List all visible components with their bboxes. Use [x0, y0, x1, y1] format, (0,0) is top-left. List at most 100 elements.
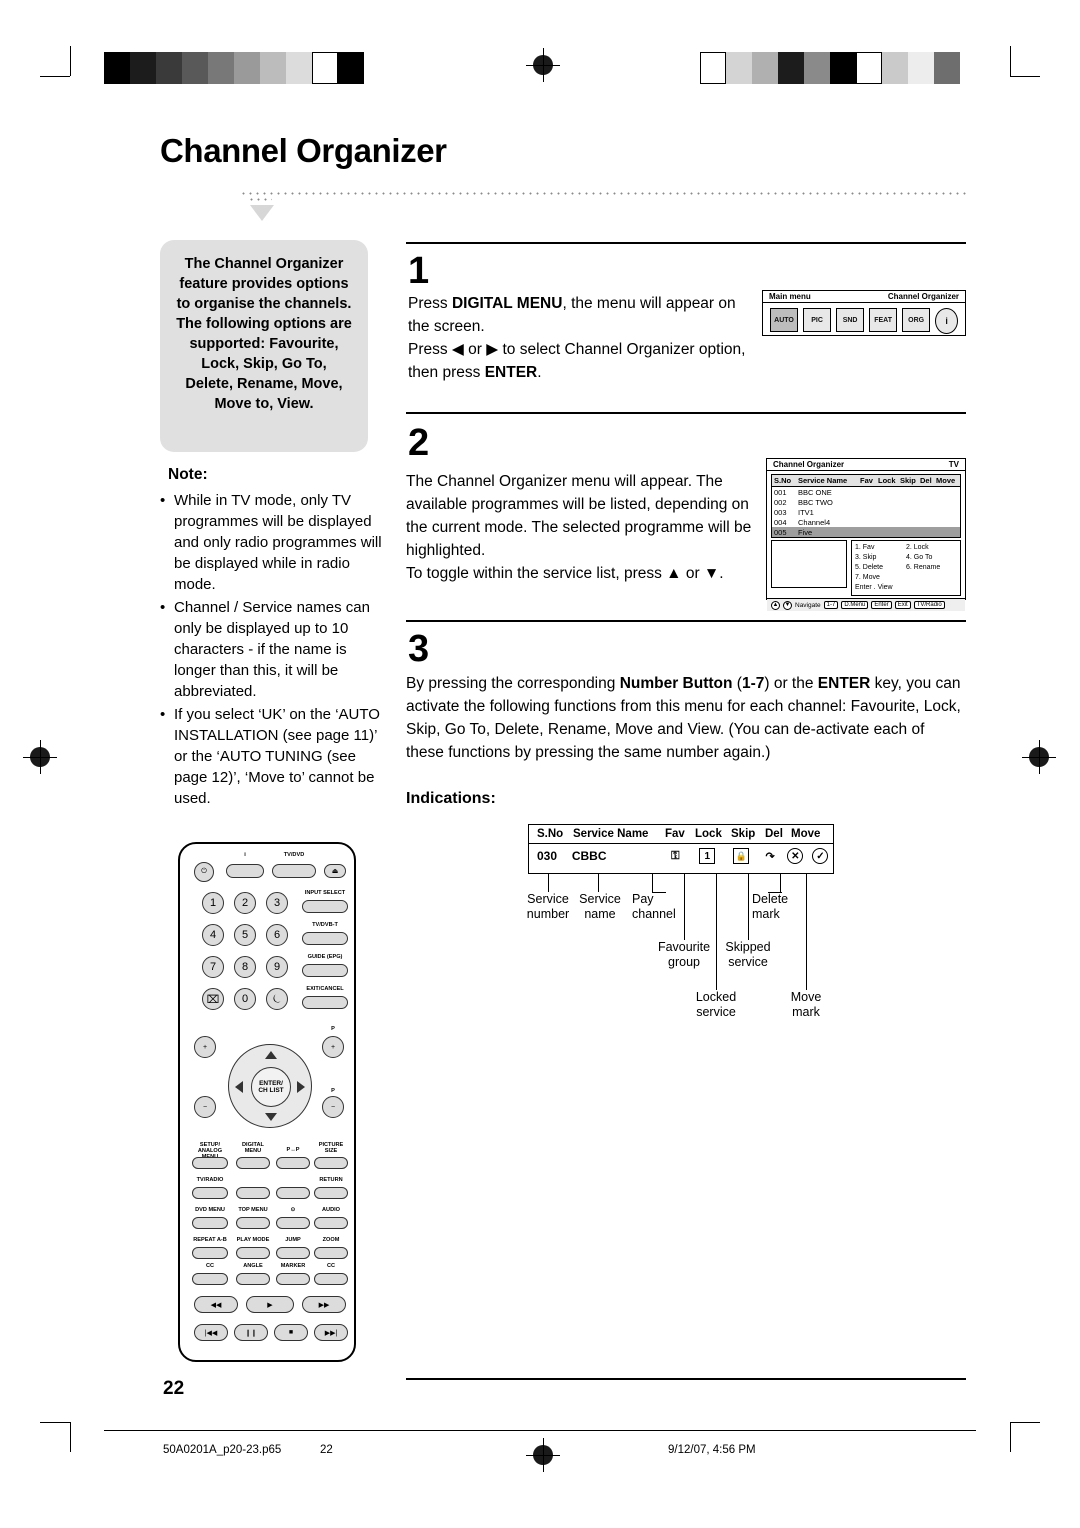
number-4-button[interactable]: 4: [202, 924, 224, 946]
osd-main-menu-left-label: Main menu: [769, 292, 811, 301]
number-8-button[interactable]: 8: [234, 956, 256, 978]
hint-navigate: Navigate: [795, 601, 821, 609]
tv-dvbt-button[interactable]: [302, 932, 348, 945]
picture-size-button[interactable]: [314, 1157, 348, 1169]
p-p-button[interactable]: [276, 1157, 310, 1169]
left-arrow-icon[interactable]: [235, 1081, 243, 1093]
down-arrow-icon[interactable]: [265, 1113, 277, 1121]
number-5-button[interactable]: 5: [234, 924, 256, 946]
number-3-button[interactable]: 3: [266, 892, 288, 914]
leader-line: [780, 874, 781, 892]
down-key-icon: ▼: [783, 600, 792, 610]
next-button[interactable]: ▶▶|: [314, 1324, 348, 1341]
direction-pad[interactable]: ENTER/ CH LIST: [228, 1044, 312, 1128]
exit-cancel-button[interactable]: [302, 996, 348, 1009]
indications-data-row: 030 CBBC ⚿ 1 🔒 ↷ ✕ ✓: [529, 844, 833, 868]
cc-button[interactable]: [192, 1273, 228, 1285]
step-2-text: The Channel Organizer menu will appear. …: [406, 473, 752, 582]
play-mode-button[interactable]: [236, 1247, 270, 1259]
jump-button[interactable]: [276, 1247, 310, 1259]
favourite-group-icon: 1: [699, 848, 716, 864]
callout-locked-service: Locked service: [695, 990, 737, 1019]
number-1-button[interactable]: 1: [202, 892, 224, 914]
service-list-header: S.No Service Name Fav Lock Skip Del Move: [772, 475, 960, 487]
auto-installation-icon[interactable]: AUTO: [770, 308, 799, 332]
note-list: While in TV mode, only TV programmes wil…: [160, 490, 382, 811]
table-row[interactable]: 002 BBC TWO: [772, 497, 960, 507]
legend-item: Enter . View: [855, 584, 893, 591]
service-list[interactable]: S.No Service Name Fav Lock Skip Del Move…: [771, 474, 961, 538]
unlabeled-button-2[interactable]: [276, 1187, 310, 1199]
table-row[interactable]: 004 Channel4: [772, 517, 960, 527]
right-arrow-icon[interactable]: [297, 1081, 305, 1093]
setup-analog-menu-button[interactable]: [192, 1157, 228, 1169]
osd-co-right-label: TV: [948, 460, 959, 469]
program-down-button[interactable]: −: [322, 1096, 344, 1118]
return-button[interactable]: [314, 1187, 348, 1199]
picture-setup-icon[interactable]: PIC: [803, 308, 832, 332]
pause-button[interactable]: ❙❙: [234, 1324, 268, 1341]
leader-line: [548, 874, 549, 892]
power-button[interactable]: ⏻: [194, 862, 214, 882]
number-2-button[interactable]: 2: [234, 892, 256, 914]
function-legend: 1. Fav 2. Lock 3. Skip 4. Go To 5. Delet…: [851, 540, 961, 596]
number-7-button[interactable]: 7: [202, 956, 224, 978]
up-arrow-icon[interactable]: [265, 1051, 277, 1059]
guide-epg-button[interactable]: [302, 964, 348, 977]
channel-organizer-icon[interactable]: ORG: [902, 308, 931, 332]
table-row[interactable]: 003 ITV1: [772, 507, 960, 517]
repeat-ab-button[interactable]: [192, 1247, 228, 1259]
enter-ch-list-button[interactable]: ENTER/ CH LIST: [251, 1067, 291, 1107]
legend-item: 1. Fav: [855, 544, 875, 551]
leader-line: [652, 874, 653, 892]
color-bar-left: [104, 52, 364, 84]
volume-up-button[interactable]: +: [194, 1036, 216, 1058]
number-6-button[interactable]: 6: [266, 924, 288, 946]
osd-main-menu: Main menu Channel Organizer AUTO PIC SND…: [762, 290, 966, 336]
info-button[interactable]: [226, 864, 264, 878]
zoom-button[interactable]: [314, 1247, 348, 1259]
tv-radio-button[interactable]: [192, 1187, 228, 1199]
tv-dvd-button[interactable]: [272, 864, 316, 878]
input-select-button[interactable]: [302, 900, 348, 913]
top-menu-button[interactable]: [236, 1217, 270, 1229]
previous-button[interactable]: |◀◀: [194, 1324, 228, 1341]
audio-button[interactable]: [314, 1217, 348, 1229]
color-bar-right: [700, 52, 960, 84]
digital-menu-button[interactable]: [236, 1157, 270, 1169]
cc-button-2[interactable]: [314, 1273, 348, 1285]
number-0-button[interactable]: 0: [234, 988, 256, 1010]
fast-forward-button[interactable]: ▶▶: [302, 1296, 346, 1313]
title-dot-rule-secondary: [248, 196, 272, 202]
step-number-3: 3: [408, 628, 430, 670]
table-row[interactable]: 001 BBC ONE: [772, 487, 960, 497]
program-up-button[interactable]: +: [322, 1036, 344, 1058]
step-number-1: 1: [408, 250, 430, 292]
rewind-button[interactable]: ◀◀: [194, 1296, 238, 1313]
page-number: 22: [163, 1378, 185, 1399]
program-label-2: P: [331, 1088, 335, 1094]
subtitle-button[interactable]: [276, 1217, 310, 1229]
feature-setup-icon[interactable]: FEAT: [869, 308, 898, 332]
angle-button[interactable]: [236, 1273, 270, 1285]
volume-down-button[interactable]: −: [194, 1096, 216, 1118]
sound-setup-icon[interactable]: SND: [836, 308, 865, 332]
sleep-button[interactable]: ⏾: [266, 988, 288, 1010]
stop-button[interactable]: ■: [274, 1324, 308, 1341]
down-arrow-icon: [250, 205, 274, 221]
osd-co-lower: 1. Fav 2. Lock 3. Skip 4. Go To 5. Delet…: [771, 540, 961, 596]
marker-button[interactable]: [276, 1273, 310, 1285]
osd-icon-row: AUTO PIC SND FEAT ORG i: [763, 303, 965, 339]
unlabeled-button-1[interactable]: [236, 1187, 270, 1199]
dvd-menu-button[interactable]: [192, 1217, 228, 1229]
number-9-button[interactable]: 9: [266, 956, 288, 978]
crop-mark-top-right: [1000, 46, 1040, 86]
info-icon[interactable]: i: [935, 308, 958, 334]
osd-co-left-label: Channel Organizer: [773, 460, 845, 469]
play-button[interactable]: ▶: [246, 1296, 294, 1313]
osd-channel-organizer: Channel Organizer TV S.No Service Name F…: [766, 458, 966, 611]
table-row-selected[interactable]: 005 Five: [772, 527, 960, 537]
eject-button[interactable]: ⏏: [324, 864, 346, 878]
crop-mark-bottom-left: [40, 1412, 80, 1452]
mute-button[interactable]: ⌧: [202, 988, 224, 1010]
